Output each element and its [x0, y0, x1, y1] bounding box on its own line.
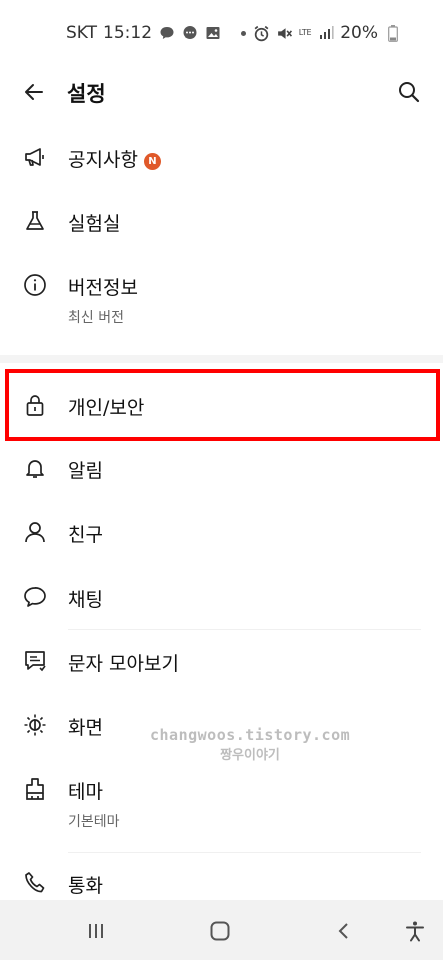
back-nav-button[interactable]	[327, 914, 361, 948]
accessibility-button[interactable]	[398, 914, 432, 948]
clock-text: 15:12	[103, 23, 153, 43]
menu-item-theme[interactable]: 테마 기본테마	[0, 757, 443, 853]
person-icon	[22, 519, 48, 545]
phone-icon	[22, 870, 48, 896]
menu-item-version[interactable]: 버전정보 최신 버전	[0, 253, 443, 349]
menu-item-label: 채팅	[68, 589, 103, 611]
battery-percent: 20%	[340, 23, 378, 43]
menu-item-label: 개인/보안	[68, 397, 145, 419]
talk-notification-icon	[158, 25, 175, 42]
chat-bubble-icon	[22, 584, 48, 610]
menu-item-label: 테마	[68, 781, 103, 803]
paint-brush-icon	[22, 776, 48, 802]
alarm-icon	[253, 25, 270, 42]
menu-item-label: 알림	[68, 460, 103, 482]
search-button[interactable]	[393, 76, 425, 108]
lock-icon	[22, 392, 48, 418]
notice-label-wrap: 공지사항 N	[68, 145, 161, 172]
menu-item-privacy-security[interactable]: 개인/보안	[0, 369, 443, 441]
home-icon	[210, 921, 230, 941]
app-header: 설정	[0, 66, 443, 116]
brightness-icon	[22, 712, 48, 738]
menu-item-label: 통화	[68, 875, 103, 897]
back-chevron-icon	[338, 923, 348, 939]
menu-item-label: 문자 모아보기	[68, 653, 179, 675]
back-arrow-icon	[25, 84, 43, 100]
status-left: SKT 15:12	[66, 23, 247, 43]
menu-item-friends[interactable]: 친구	[0, 500, 443, 564]
menu-item-call[interactable]: 통화	[0, 853, 443, 901]
menu-item-display[interactable]: 화면	[0, 693, 443, 757]
carrier-text: SKT	[66, 23, 98, 43]
status-bar: SKT 15:12 LTE 20%	[0, 0, 443, 66]
recent-apps-button[interactable]	[79, 914, 113, 948]
flask-icon	[22, 208, 48, 234]
menu-item-chatting[interactable]: 채팅	[0, 565, 443, 629]
signal-icon	[317, 25, 334, 42]
info-icon	[22, 272, 48, 298]
menu-item-label: 친구	[68, 524, 103, 546]
version-status-text: 최신 버전	[68, 310, 124, 326]
menu-item-sms[interactable]: 문자 모아보기	[0, 629, 443, 693]
new-badge: N	[143, 153, 161, 170]
megaphone-icon	[22, 144, 48, 170]
search-icon	[399, 82, 420, 103]
menu-item-label: 실험실	[68, 213, 121, 235]
system-navigation-bar	[0, 900, 443, 960]
menu-item-notifications[interactable]: 알림	[0, 441, 443, 497]
gallery-notification-icon	[204, 25, 221, 42]
message-notification-icon	[181, 25, 198, 42]
mute-icon	[276, 25, 293, 42]
menu-item-label: 공지사항	[68, 149, 138, 171]
more-notifications-dot	[241, 30, 247, 36]
home-button[interactable]	[203, 914, 237, 948]
current-theme-text: 기본테마	[68, 814, 120, 830]
recent-apps-icon	[89, 924, 103, 938]
back-button[interactable]	[18, 76, 50, 108]
bell-icon	[22, 455, 48, 481]
section-divider	[0, 355, 443, 363]
status-right: LTE 20%	[253, 23, 401, 43]
accessibility-icon	[406, 921, 424, 942]
message-list-icon	[22, 648, 48, 674]
menu-item-notice[interactable]: 공지사항 N	[0, 125, 443, 189]
menu-item-lab[interactable]: 실험실	[0, 189, 443, 253]
network-type-text: LTE	[298, 28, 312, 37]
menu-item-label: 버전정보	[68, 277, 138, 299]
page-title: 설정	[67, 82, 106, 106]
menu-item-label: 화면	[68, 717, 103, 739]
battery-icon	[384, 24, 401, 42]
